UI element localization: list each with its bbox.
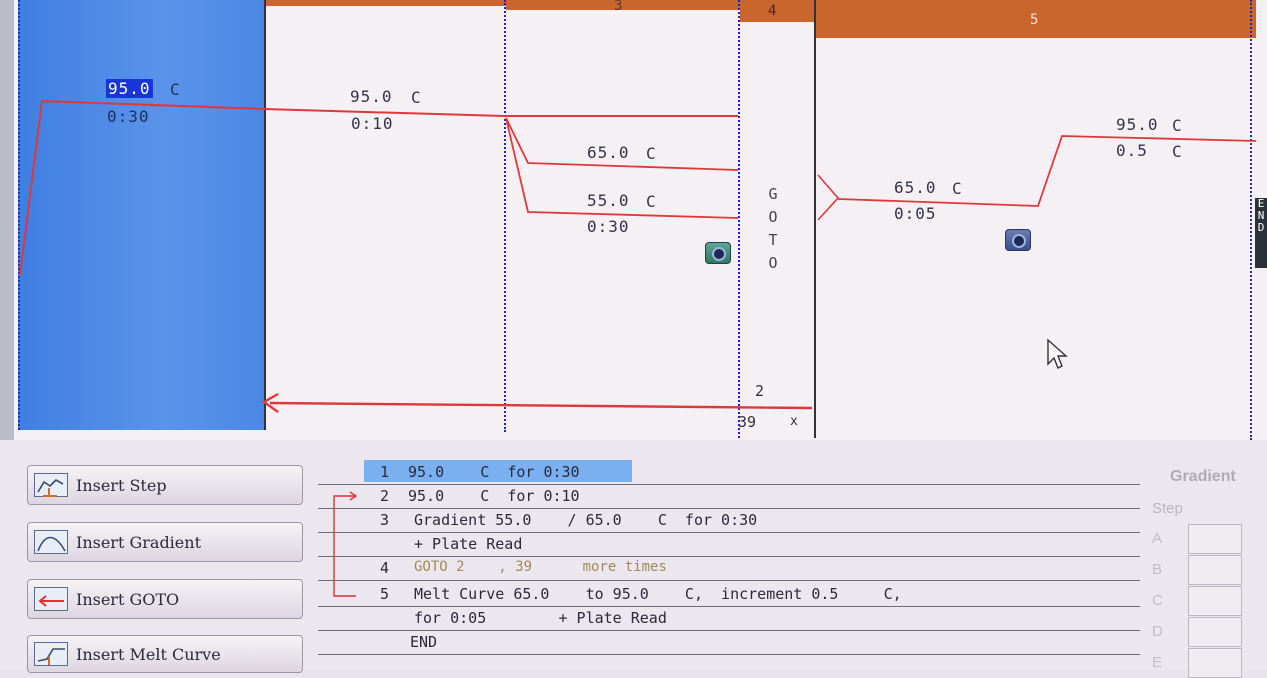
insert-gradient-label: Insert Gradient: [76, 532, 201, 552]
protocol-line-3[interactable]: 3 Gradient 55.0 / 65.0 C for 0:30: [318, 508, 1140, 533]
gradient-panel: Gradient Step A B C D E: [1140, 458, 1267, 678]
protocol-text-list[interactable]: 1 95.0 C for 0:30 2 95.0 C for 0:10 3 Gr…: [318, 458, 1142, 670]
step-5-temp-start[interactable]: 65.0: [894, 178, 937, 197]
protocol-line-2[interactable]: 2 95.0 C for 0:10: [318, 484, 1140, 509]
line-text: END: [410, 633, 438, 651]
melt-curve-icon: [34, 642, 68, 666]
line-number: 5: [380, 585, 390, 603]
goto-letter-o2: O: [768, 254, 778, 272]
step-icon: [34, 473, 68, 497]
step-3-unit-high: C: [646, 144, 657, 163]
gradient-row-c: C: [1152, 586, 1242, 616]
line-text: GOTO 2 , 39 more times: [414, 559, 667, 575]
step-3-temp-low[interactable]: 55.0: [587, 191, 630, 210]
protocol-line-end[interactable]: END: [318, 630, 1140, 655]
gradient-row-e: E: [1152, 648, 1242, 678]
protocol-line-1[interactable]: 1 95.0 C for 0:30: [318, 460, 1140, 485]
line-text: 95.0 C for 0:30: [408, 463, 580, 481]
goto-target-step[interactable]: 2: [755, 382, 764, 400]
row-letter: D: [1152, 623, 1163, 640]
row-letter: E: [1152, 654, 1163, 671]
gradient-row-a: A: [1152, 524, 1242, 554]
step-5-time[interactable]: 0:05: [894, 204, 937, 223]
goto-repeat-count[interactable]: 39: [738, 413, 756, 431]
gradient-e-field[interactable]: [1188, 648, 1242, 678]
mouse-pointer-icon: [1047, 338, 1068, 369]
step-2-temp[interactable]: 95.0: [350, 87, 393, 106]
step-3-temp-high[interactable]: 65.0: [587, 143, 630, 162]
gradient-c-field[interactable]: [1188, 586, 1242, 616]
insert-gradient-button[interactable]: Insert Gradient: [27, 522, 303, 562]
step-1-temp[interactable]: 95.0: [106, 79, 153, 98]
step-5-unit-end: C: [1172, 116, 1183, 135]
temperature-trace: [19, 99, 1257, 413]
step-5-increment[interactable]: 0.5: [1116, 141, 1148, 160]
gradient-title: Gradient: [1170, 468, 1236, 485]
goto-vertical-label: G O T O: [766, 183, 780, 275]
step-5-temp-end[interactable]: 95.0: [1116, 115, 1159, 134]
gradient-step-label: Step: [1152, 500, 1183, 517]
insert-step-label: Insert Step: [76, 475, 167, 495]
goto-letter-t: T: [768, 231, 778, 249]
line-text: + Plate Read: [414, 535, 523, 553]
goto-icon: [34, 587, 68, 611]
gradient-icon: [34, 530, 68, 554]
row-letter: A: [1152, 530, 1163, 547]
protocol-editor-panel: Insert Step Insert Gradient Insert GOTO …: [0, 440, 1267, 678]
insert-melt-curve-label: Insert Melt Curve: [76, 644, 221, 664]
line-text: for 0:05 + Plate Read: [414, 609, 667, 627]
goto-letter-g: G: [768, 185, 778, 203]
protocol-line-5[interactable]: 5 Melt Curve 65.0 to 95.0 C, increment 0…: [318, 582, 1140, 607]
row-letter: C: [1152, 592, 1163, 609]
step-3-unit-low: C: [646, 192, 657, 211]
line-text: Gradient 55.0 / 65.0 C for 0:30: [414, 511, 758, 529]
line-number: 3: [380, 511, 390, 529]
insert-melt-curve-button[interactable]: Insert Melt Curve: [27, 635, 303, 673]
melt-plate-read-camera-icon: [1005, 229, 1031, 251]
step-5-unit-increment: C: [1172, 142, 1183, 161]
line-text: Melt Curve 65.0 to 95.0 C, increment 0.5…: [414, 585, 902, 603]
row-letter: B: [1152, 561, 1163, 578]
gradient-b-field[interactable]: [1188, 555, 1242, 585]
line-number: 4: [380, 559, 390, 577]
protocol-line-4[interactable]: 4 GOTO 2 , 39 more times: [318, 556, 1140, 581]
gradient-d-field[interactable]: [1188, 617, 1242, 647]
insert-step-button[interactable]: Insert Step: [27, 465, 303, 505]
gradient-row-b: B: [1152, 555, 1242, 585]
gradient-a-field[interactable]: [1188, 524, 1242, 554]
protocol-line-3b[interactable]: + Plate Read: [318, 532, 1140, 557]
step-2-time[interactable]: 0:10: [351, 114, 394, 133]
step-1-unit: C: [170, 80, 181, 99]
line-number: 2: [380, 487, 390, 505]
line-number: 1: [380, 463, 390, 481]
gradient-row-d: D: [1152, 617, 1242, 647]
step-3-time[interactable]: 0:30: [587, 217, 630, 236]
goto-repeat-suffix: x: [790, 414, 798, 429]
end-marker: E N D: [1255, 198, 1267, 268]
step-1-time[interactable]: 0:30: [107, 107, 150, 126]
line-text: 95.0 C for 0:10: [408, 487, 580, 505]
protocol-graph[interactable]: 3 4 5 95.0 C 0:30 95.0 C 0:10 65.0 C 55.…: [0, 0, 1267, 440]
goto-loop-arrow: [333, 491, 358, 597]
insert-goto-button[interactable]: Insert GOTO: [27, 579, 303, 619]
step-5-unit-start: C: [952, 179, 963, 198]
protocol-line-5b[interactable]: for 0:05 + Plate Read: [318, 606, 1140, 631]
end-letter-d: D: [1257, 221, 1265, 234]
goto-letter-o: O: [768, 208, 778, 226]
insert-goto-label: Insert GOTO: [76, 589, 180, 609]
plate-read-camera-icon: [705, 242, 731, 264]
step-2-unit: C: [411, 88, 422, 107]
